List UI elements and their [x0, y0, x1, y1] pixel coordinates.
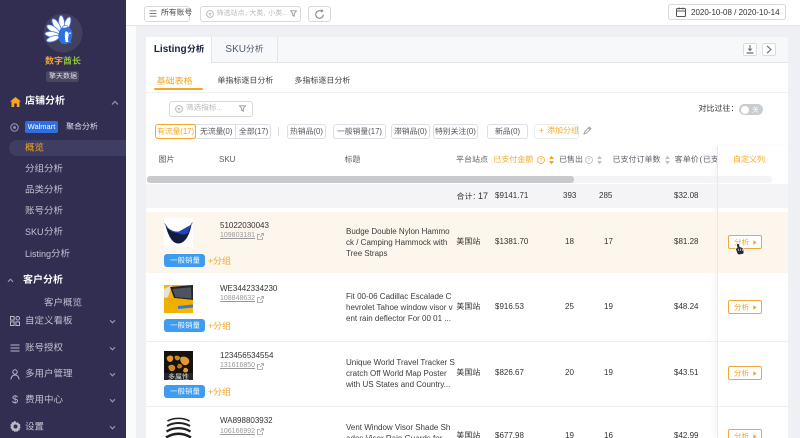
svg-text:?: ? — [540, 158, 543, 164]
svg-text:?: ? — [588, 158, 591, 164]
